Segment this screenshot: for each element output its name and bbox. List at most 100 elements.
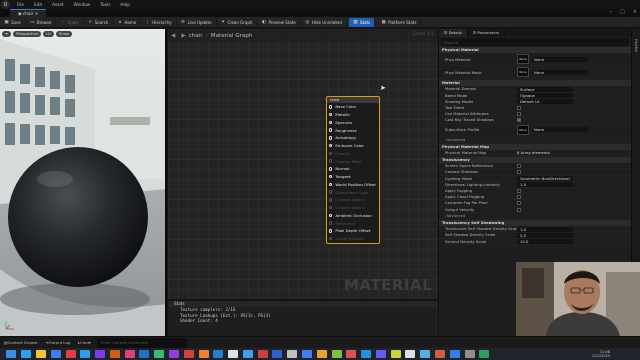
taskbar-app-icon[interactable] — [95, 350, 106, 358]
pin-connector-icon[interactable] — [329, 229, 333, 233]
pin-connector-icon[interactable] — [329, 120, 333, 125]
node-pin-ambient-occlusion[interactable]: Ambient Occlusion — [327, 212, 379, 220]
node-pin-opacity[interactable]: Opacity — [327, 150, 379, 158]
output-log-button[interactable]: ≡ Output Log — [42, 338, 74, 348]
property-checkbox[interactable] — [517, 164, 521, 169]
pin-connector-icon[interactable] — [329, 182, 333, 187]
node-pin-custom-data-0[interactable]: Custom Data 0 — [327, 196, 379, 204]
toolbar-save-button[interactable]: ▣ Save — [0, 17, 26, 27]
minimize-icon[interactable]: – — [610, 9, 613, 15]
taskbar-app-icon[interactable] — [257, 350, 268, 358]
view-mode-lit[interactable]: Lit — [43, 30, 54, 37]
menu-edit[interactable]: Edit — [34, 2, 42, 7]
toolbar-preview-state-button[interactable]: ◐ Preview State — [257, 17, 301, 27]
pin-connector-icon[interactable] — [329, 136, 333, 140]
property-checkbox[interactable] — [517, 207, 521, 212]
taskbar-app-icon[interactable] — [50, 350, 61, 358]
taskbar-app-icon[interactable] — [124, 350, 135, 358]
node-pin-specular[interactable]: Specular — [327, 119, 379, 127]
node-pin-base-color[interactable]: Base Color — [327, 103, 379, 111]
close-icon[interactable]: × — [35, 11, 39, 16]
close-window-icon[interactable]: × — [633, 9, 637, 15]
taskbar-app-icon[interactable] — [272, 350, 283, 358]
unreal-logo-icon[interactable]: U — [1, 0, 10, 9]
taskbar-app-icon[interactable] — [21, 350, 32, 358]
taskbar-app-icon[interactable] — [80, 350, 91, 358]
property-checkbox[interactable] — [517, 189, 521, 193]
toolbar-browse-button[interactable]: ▭ Browse — [26, 17, 57, 27]
taskbar-app-icon[interactable] — [302, 350, 313, 358]
back-arrow-icon[interactable]: ◀ — [171, 33, 175, 39]
node-pin-metallic[interactable]: Metallic — [327, 111, 379, 119]
pin-connector-icon[interactable] — [329, 143, 333, 148]
pin-connector-icon[interactable] — [329, 221, 333, 225]
taskbar-app-icon[interactable] — [168, 350, 179, 358]
taskbar-app-icon[interactable] — [316, 350, 327, 358]
pin-connector-icon[interactable] — [329, 112, 333, 117]
advanced-expander[interactable]: › Advanced — [439, 213, 631, 219]
taskbar-app-icon[interactable] — [405, 350, 416, 358]
taskbar-app-icon[interactable] — [154, 350, 165, 358]
forward-arrow-icon[interactable]: ▶ — [181, 33, 185, 39]
phys-material-mask-dropdown[interactable]: None — [532, 69, 588, 75]
property-checkbox[interactable] — [517, 112, 521, 117]
menu-tools[interactable]: Tools — [100, 2, 110, 7]
pin-connector-icon[interactable] — [329, 151, 333, 156]
taskbar-app-icon[interactable] — [361, 350, 372, 358]
property-checkbox[interactable] — [517, 201, 521, 206]
console-command-input[interactable]: Enter Console Command — [96, 337, 187, 348]
property-value-field[interactable]: Volumetric NonDirectional — [517, 176, 573, 182]
tab-details[interactable]: ☰ Details — [439, 29, 468, 37]
pin-connector-icon[interactable] — [329, 167, 333, 171]
graph-breadcrumb[interactable]: chair — [189, 33, 203, 39]
cmd-button[interactable]: ▸ Cmd ▾ — [74, 338, 95, 348]
taskbar-app-icon[interactable] — [331, 350, 342, 358]
toolbar-home-button[interactable]: ⌂ Home — [113, 17, 142, 27]
node-pin-pixel-depth-offset[interactable]: Pixel Depth Offset — [327, 227, 379, 235]
property-value-field[interactable]: Surface — [517, 86, 573, 92]
toolbar-search-button[interactable]: ⌕ Search — [84, 17, 114, 27]
details-search-input[interactable]: ⌕ Search — [441, 38, 629, 46]
menu-window[interactable]: Window — [74, 2, 91, 7]
toolbar-stats-button[interactable]: ▥ Stats — [348, 17, 376, 27]
taskbar-app-icon[interactable] — [109, 350, 120, 358]
node-pin-refraction[interactable]: Refraction — [327, 219, 379, 227]
phys-material-thumbnail[interactable]: None — [517, 54, 529, 65]
menu-file[interactable]: File — [17, 2, 24, 7]
property-checkbox[interactable] — [517, 118, 521, 123]
taskbar-app-icon[interactable] — [183, 350, 194, 358]
taskbar-app-icon[interactable] — [228, 350, 239, 358]
pin-connector-icon[interactable] — [329, 198, 333, 202]
tab-chair[interactable]: ◉ chair × — [10, 9, 47, 17]
advanced-expander[interactable]: › Advanced — [439, 137, 631, 143]
property-value-field[interactable]: Opaque — [517, 93, 573, 99]
menu-help[interactable]: Help — [120, 2, 130, 7]
toolbar-live-update-button[interactable]: ⟳ Live Update — [177, 17, 217, 27]
toolbar-platform-stats-button[interactable]: ▦ Platform Stats — [377, 17, 422, 27]
pin-connector-icon[interactable] — [329, 205, 333, 210]
property-value-field[interactable]: 2.0 — [517, 232, 573, 238]
node-pin-custom-data-1[interactable]: Custom Data 1 — [327, 204, 379, 212]
toolbar-clean-graph-button[interactable]: ✦ Clean Graph — [217, 17, 258, 27]
property-checkbox[interactable] — [517, 170, 521, 175]
content-drawer-button[interactable]: ▤ Content Drawer — [0, 338, 42, 348]
property-checkbox[interactable] — [517, 195, 521, 200]
node-pin-roughness[interactable]: Roughness — [327, 126, 379, 134]
taskbar-app-icon[interactable] — [464, 350, 475, 358]
taskbar-app-icon[interactable] — [390, 350, 401, 358]
pin-connector-icon[interactable] — [329, 105, 333, 109]
taskbar-app-icon[interactable] — [449, 350, 460, 358]
property-value-field[interactable]: Default Lit — [517, 99, 573, 105]
pin-connector-icon[interactable] — [329, 190, 333, 194]
taskbar-app-icon[interactable] — [479, 350, 490, 358]
material-graph-canvas[interactable]: ◀ ▶ chair › Material Graph Zoom 1:1 MATE… — [168, 29, 438, 299]
viewport-menu-icon[interactable]: ≡ — [2, 30, 12, 37]
subsurface-profile-thumbnail[interactable]: None — [517, 124, 529, 135]
pin-connector-icon[interactable] — [329, 159, 333, 163]
material-result-node[interactable]: chair Base Color Metallic Specular Roughnes… — [326, 96, 380, 244]
windows-start-icon[interactable] — [6, 350, 17, 358]
node-pin-anisotropy[interactable]: Anisotropy — [327, 134, 379, 142]
taskbar-app-icon[interactable] — [435, 350, 446, 358]
node-pin-tangent[interactable]: Tangent — [327, 173, 379, 181]
menu-asset[interactable]: Asset — [52, 2, 63, 7]
